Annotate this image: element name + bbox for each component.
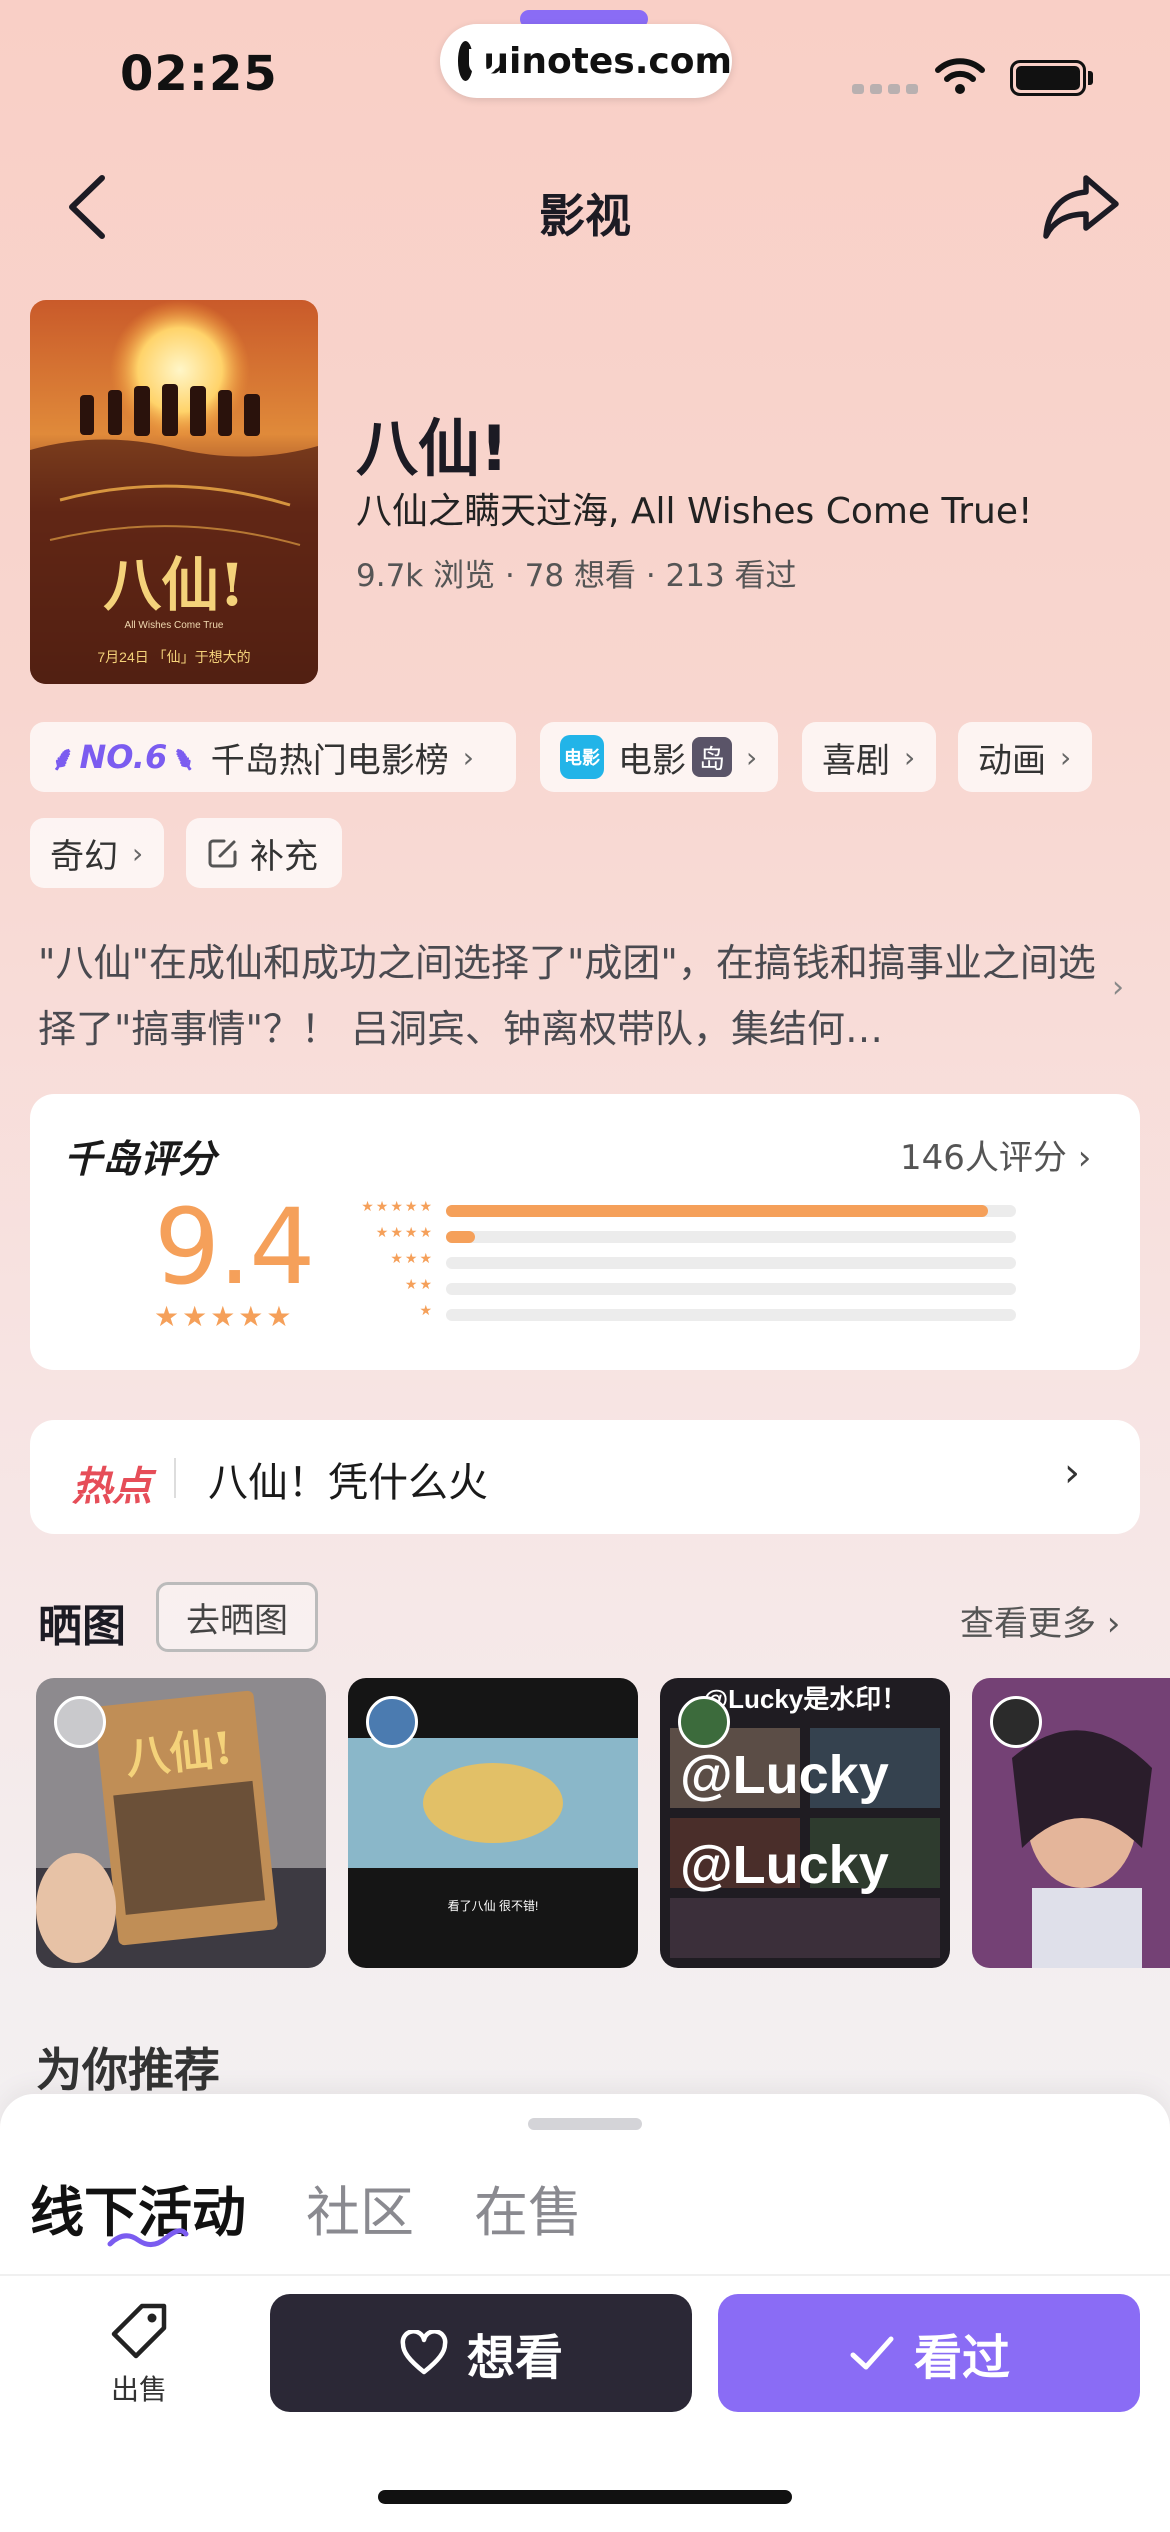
rank-label: 千岛热门电影榜 [210, 740, 449, 781]
svg-text:看了八仙 很不错!: 看了八仙 很不错! [448, 1899, 539, 1913]
watched-button[interactable]: 看过 [718, 2294, 1140, 2412]
photo-thumbnail[interactable]: 看了八仙 很不错! [348, 1678, 638, 1968]
poster-date: 7月24日 「仙」于想大的 [97, 649, 250, 665]
see-more-link[interactable]: 查看更多 › [960, 1596, 1120, 1645]
supplement-label: 补充 [250, 836, 318, 877]
svg-text:@Lucky: @Lucky [680, 1745, 889, 1805]
genre-label: 动画 [978, 740, 1046, 781]
film-badge-icon: 电影 [560, 735, 604, 779]
chevron-right-icon: › [904, 740, 916, 774]
chevron-right-icon: › [132, 836, 144, 870]
checkmark-icon [850, 2336, 894, 2370]
sell-button[interactable]: 出售 [94, 2300, 184, 2408]
page-title: 影视 [539, 189, 631, 243]
photo-thumbnail[interactable]: 八仙! [36, 1678, 326, 1968]
rating-bar [446, 1257, 1016, 1269]
divider [0, 2274, 1170, 2276]
battery-tip [1088, 71, 1093, 85]
photo-thumbnail[interactable]: @Lucky是水印！ @Lucky @Lucky [660, 1678, 950, 1968]
seen-label: 看过 [913, 2330, 1010, 2386]
movie-description[interactable]: "八仙"在成仙和成功之间选择了"成团"，在搞钱和搞事业之间选择了"搞事情"？！ … [38, 930, 1098, 1062]
avatar[interactable] [366, 1696, 418, 1748]
star-row-icon: ★★★ [390, 1251, 434, 1267]
watermark-text: uinotes.com [483, 40, 732, 82]
rating-count[interactable]: 146人评分 › [900, 1130, 1091, 1179]
go-share-photo-button[interactable]: 去晒图 [156, 1582, 318, 1652]
tag-icon [111, 2303, 167, 2359]
movie-poster[interactable]: 八仙! All Wishes Come True 7月24日 「仙」于想大的 [30, 300, 318, 684]
genre-label: 喜剧 [822, 740, 890, 781]
film-island-tag[interactable]: 电影 电影 岛 › [540, 722, 778, 792]
ranking-tag[interactable]: ⸙ NO.6 ⸙ 千岛热门电影榜 › [30, 722, 516, 792]
tab-on-sale[interactable]: 在售 [474, 2168, 582, 2247]
chevron-right-icon: › [1064, 1450, 1080, 1496]
rating-bar [446, 1309, 1016, 1321]
watermark-pill: uinotes.com [440, 24, 732, 98]
star-row-icon: ★ [419, 1303, 434, 1319]
island-badge: 岛 [692, 737, 732, 777]
genre-label: 奇幻 [50, 836, 118, 877]
hot-topic-card[interactable] [30, 1420, 1140, 1534]
hot-topic-text: 八仙！凭什么火 [208, 1460, 488, 1506]
avatar[interactable] [990, 1696, 1042, 1748]
share-icon[interactable] [1040, 170, 1122, 244]
tab-community[interactable]: 社区 [306, 2168, 414, 2247]
chevron-right-icon: › [746, 740, 758, 774]
poster-title: 八仙! [103, 551, 244, 619]
recommend-title: 为你推荐 [36, 2043, 220, 2097]
svg-text:@Lucky: @Lucky [680, 1835, 889, 1895]
sell-label: 出售 [110, 2373, 167, 2406]
movie-stats: 9.7k 浏览 · 78 想看 · 213 看过 [356, 558, 797, 594]
score-stars-icon: ★★★★★ [154, 1300, 295, 1333]
cellular-signal-icon [852, 84, 918, 94]
rating-bar [446, 1205, 1016, 1217]
want-label: 想看 [466, 2330, 563, 2386]
battery-icon [1010, 60, 1086, 96]
photos-section-title: 晒图 [38, 1601, 126, 1652]
laurel-right-icon: ⸙ [171, 739, 197, 779]
supplement-tag[interactable]: 补充 [186, 818, 342, 888]
rating-bar-fill [446, 1205, 988, 1217]
star-row-icon: ★★★★ [375, 1225, 434, 1241]
star-row-icon: ★★ [404, 1277, 434, 1293]
genre-tag-fantasy[interactable]: 奇幻 › [30, 818, 164, 888]
poster-tagline: All Wishes Come True [125, 620, 224, 631]
movie-title: 八仙! [356, 412, 509, 485]
chevron-right-icon: › [1060, 740, 1072, 774]
home-indicator[interactable] [378, 2490, 792, 2504]
chevron-right-icon: › [462, 740, 474, 774]
wifi-icon [935, 58, 985, 94]
uinotes-logo-icon [458, 41, 498, 81]
avatar[interactable] [678, 1696, 730, 1748]
star-row-icon: ★★★★★ [361, 1199, 434, 1215]
laurel-left-icon: ⸙ [50, 739, 76, 779]
active-tab-underline [107, 2228, 189, 2247]
rating-title: 千岛评分 [64, 1137, 217, 1181]
svg-text:@Lucky是水印！: @Lucky是水印！ [703, 1684, 908, 1714]
genre-tag-comedy[interactable]: 喜剧 › [802, 722, 936, 792]
divider [174, 1458, 176, 1498]
want-to-watch-button[interactable]: 想看 [270, 2294, 692, 2412]
chevron-right-icon[interactable]: › [1112, 970, 1124, 1005]
film-label: 电影 [618, 740, 686, 781]
rating-bar-fill [446, 1231, 475, 1243]
genre-tag-animation[interactable]: 动画 › [958, 722, 1092, 792]
sheet-drag-handle[interactable] [528, 2118, 642, 2130]
rank-number: NO.6 [79, 738, 168, 776]
avatar[interactable] [54, 1696, 106, 1748]
edit-icon [208, 839, 237, 868]
heart-icon [400, 2330, 448, 2375]
photo-thumbnail[interactable] [972, 1678, 1170, 1968]
hot-label: 热点 [72, 1464, 152, 1510]
movie-subtitle: 八仙之瞒天过海, All Wishes Come True! [356, 491, 1033, 532]
status-time: 02:25 [120, 46, 278, 102]
rating-bar [446, 1231, 1016, 1243]
rating-bar [446, 1283, 1016, 1295]
rating-score: 9.4 [154, 1186, 315, 1308]
